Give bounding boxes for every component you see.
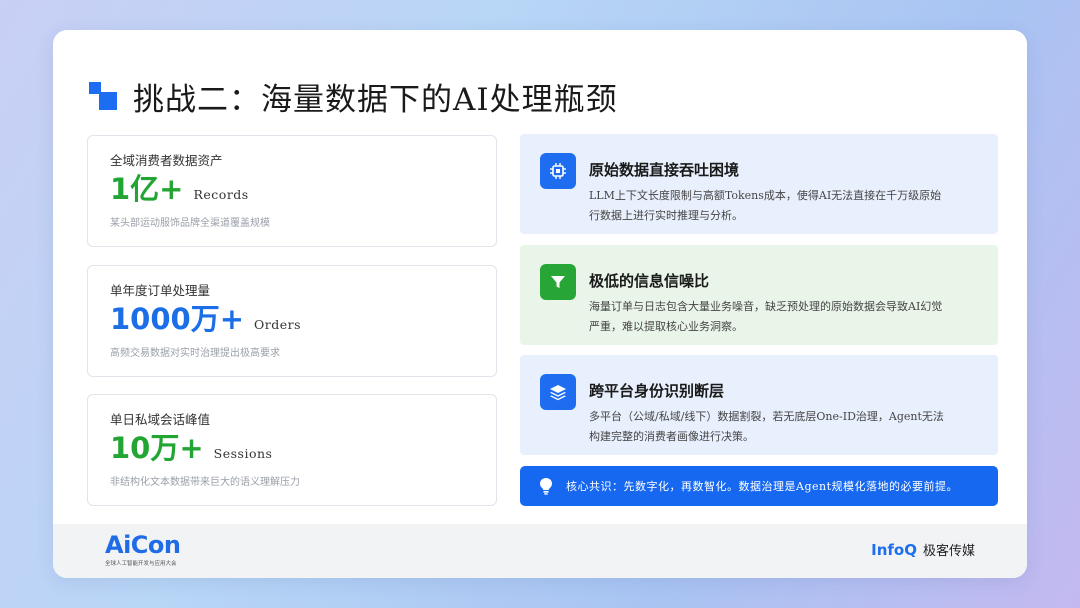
stat-card-records: 全域消费者数据资产 1亿+ Records 某头部运动服饰品牌全渠道覆盖规模	[87, 135, 497, 247]
challenge-card-noise: 极低的信息信噪比 海量订单与日志包含大量业务噪音，缺乏预处理的原始数据会导致AI…	[520, 245, 998, 345]
title-row: 挑战二：海量数据下的AI处理瓶颈	[89, 74, 618, 119]
stat-label: 全域消费者数据资产	[110, 153, 223, 168]
stat-desc: 非结构化文本数据带来巨大的语义理解压力	[110, 477, 300, 488]
stat-value: 10万+	[110, 431, 204, 465]
aicon-logo: AiCon 全球人工智能开发与应用大会	[105, 532, 181, 567]
challenge-desc: LLM上下文长度限制与高额Tokens成本，使得AI无法直接在千万级原始行数据上…	[589, 189, 942, 222]
consensus-banner: 核心共识：先数字化，再数智化。数据治理是Agent规模化落地的必要前提。	[520, 466, 998, 506]
challenge-title: 跨平台身份识别断层	[589, 382, 725, 400]
stat-label: 单日私域会话峰值	[110, 412, 211, 427]
layers-icon	[540, 374, 576, 410]
challenge-title: 原始数据直接吞吐困境	[589, 161, 740, 179]
lightbulb-icon	[538, 477, 556, 495]
stat-unit: Orders	[254, 317, 302, 332]
cpu-chip-icon	[540, 153, 576, 189]
stat-unit: Records	[193, 187, 249, 202]
stat-label: 单年度订单处理量	[110, 283, 211, 298]
challenge-desc: 多平台（公域/私域/线下）数据割裂，若无底层One-ID治理，Agent无法构建…	[589, 410, 944, 443]
challenge-card-throughput: 原始数据直接吞吐困境 LLM上下文长度限制与高额Tokens成本，使得AI无法直…	[520, 134, 998, 234]
aicon-subtitle: 全球人工智能开发与应用大会	[105, 561, 177, 567]
slide: 挑战二：海量数据下的AI处理瓶颈 全域消费者数据资产 1亿+ Records 某…	[53, 30, 1027, 578]
infoq-cn-text: 极客传媒	[922, 544, 975, 559]
stat-value: 1000万+	[110, 302, 245, 336]
consensus-text: 核心共识：先数字化，再数智化。数据治理是Agent规模化落地的必要前提。	[566, 480, 958, 493]
stat-card-sessions: 单日私域会话峰值 10万+ Sessions 非结构化文本数据带来巨大的语义理解…	[87, 394, 497, 506]
slide-title: 挑战二：海量数据下的AI处理瓶颈	[133, 82, 618, 118]
challenge-card-identity: 跨平台身份识别断层 多平台（公域/私域/线下）数据割裂，若无底层One-ID治理…	[520, 355, 998, 455]
title-mark-icon	[89, 81, 119, 112]
challenge-title: 极低的信息信噪比	[589, 272, 710, 290]
challenge-desc: 海量订单与日志包含大量业务噪音，缺乏预处理的原始数据会导致AI幻觉严重，难以提取…	[589, 300, 943, 333]
aicon-logo-text: AiCon	[105, 531, 181, 559]
infoq-logo: InfoQ 极客传媒	[871, 540, 975, 560]
stat-value: 1亿+	[110, 172, 184, 206]
stat-card-orders: 单年度订单处理量 1000万+ Orders 高频交易数据对实时治理提出极高要求	[87, 265, 497, 377]
stat-desc: 高频交易数据对实时治理提出极高要求	[110, 348, 280, 359]
filter-icon	[540, 264, 576, 300]
stat-desc: 某头部运动服饰品牌全渠道覆盖规模	[110, 218, 270, 229]
infoq-logo-text: InfoQ	[871, 540, 917, 559]
footer: AiCon 全球人工智能开发与应用大会 InfoQ 极客传媒	[53, 524, 1027, 578]
stat-unit: Sessions	[213, 446, 273, 461]
